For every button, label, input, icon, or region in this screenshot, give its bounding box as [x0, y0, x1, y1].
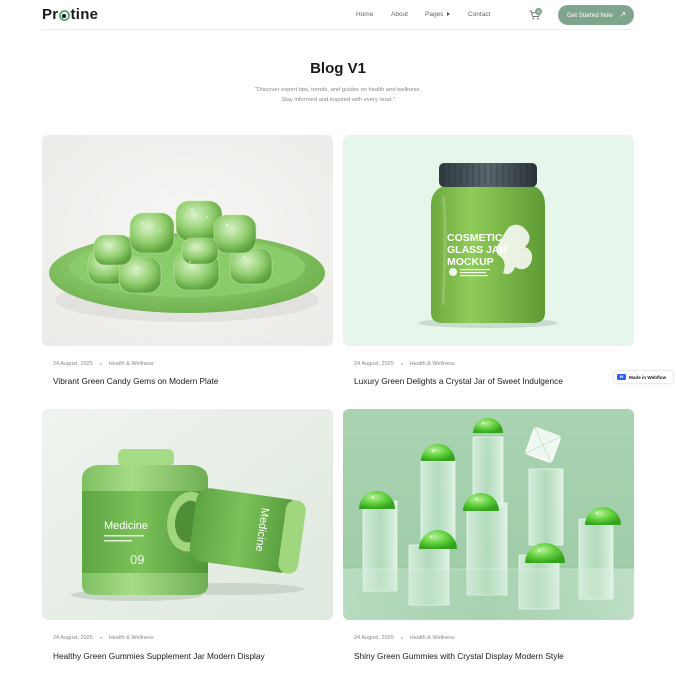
page-subtitle-line-1: "Discover expert tips, trends, and guide… — [254, 87, 422, 93]
post-image-cosmetic-jar[interactable]: COSMETIC GLASS JAR MOCKUP — [343, 135, 634, 346]
post-image-crystal-gummies[interactable] — [343, 409, 634, 620]
svg-text:09: 09 — [130, 552, 144, 567]
cosmetic-glass-jar-image: COSMETIC GLASS JAR MOCKUP — [343, 135, 634, 346]
post-title[interactable]: Healthy Green Gummies Supplement Jar Mod… — [53, 651, 265, 661]
post-date: 24 August, 2025 — [53, 361, 93, 367]
post-date: 24 August, 2025 — [53, 635, 93, 641]
crystal-gummies-image — [343, 409, 634, 620]
post-meta: 24 August, 2025 Health & Wellness — [53, 361, 154, 367]
nav-home[interactable]: Home — [356, 11, 373, 18]
arrow-up-right-icon: ↗ — [619, 10, 626, 19]
page-title: Blog V1 — [310, 60, 366, 77]
webflow-logo-icon: W — [617, 374, 626, 380]
svg-text:MOCKUP: MOCKUP — [447, 256, 494, 268]
post-date: 24 August, 2025 — [354, 635, 394, 641]
post-title[interactable]: Shiny Green Gummies with Crystal Display… — [354, 651, 564, 661]
nav-contact[interactable]: Contact — [468, 11, 490, 18]
nav-pages[interactable]: Pages — [425, 11, 451, 18]
post-category[interactable]: Health & Wellness — [410, 361, 455, 367]
post-meta: 24 August, 2025 Health & Wellness — [354, 361, 455, 367]
post-date: 24 August, 2025 — [354, 361, 394, 367]
made-in-webflow-badge[interactable]: W Made in Webflow — [614, 371, 673, 383]
caret-right-icon — [447, 12, 451, 17]
site-logo[interactable]: Pr tine — [42, 6, 98, 23]
post-title[interactable]: Luxury Green Delights a Crystal Jar of S… — [354, 376, 563, 386]
post-title[interactable]: Vibrant Green Candy Gems on Modern Plate — [53, 376, 218, 386]
header-divider — [42, 29, 634, 30]
svg-text:COSMETIC: COSMETIC — [447, 232, 503, 244]
logo-mark-icon — [58, 10, 70, 21]
post-category[interactable]: Health & Wellness — [410, 635, 455, 641]
post-meta: 24 August, 2025 Health & Wellness — [53, 635, 154, 641]
site-header: Pr tine Home About Pages Contact 0 Get St… — [0, 0, 676, 30]
page-subtitle-line-2: Stay informed and inspired with every re… — [281, 97, 395, 103]
cart-count-badge: 0 — [535, 8, 542, 15]
green-candy-plate-image — [42, 135, 333, 346]
post-category[interactable]: Health & Wellness — [109, 361, 154, 367]
medicine-bottles-image: Medicine 09 Medicine — [42, 409, 333, 620]
post-category[interactable]: Health & Wellness — [109, 635, 154, 641]
nav-about[interactable]: About — [391, 11, 408, 18]
post-image-candy-plate[interactable] — [42, 135, 333, 346]
post-meta: 24 August, 2025 Health & Wellness — [354, 635, 455, 641]
get-started-button[interactable]: Get Started Now ↗ — [558, 5, 634, 25]
svg-text:Medicine: Medicine — [104, 520, 148, 532]
post-image-medicine-bottles[interactable]: Medicine 09 Medicine — [42, 409, 333, 620]
